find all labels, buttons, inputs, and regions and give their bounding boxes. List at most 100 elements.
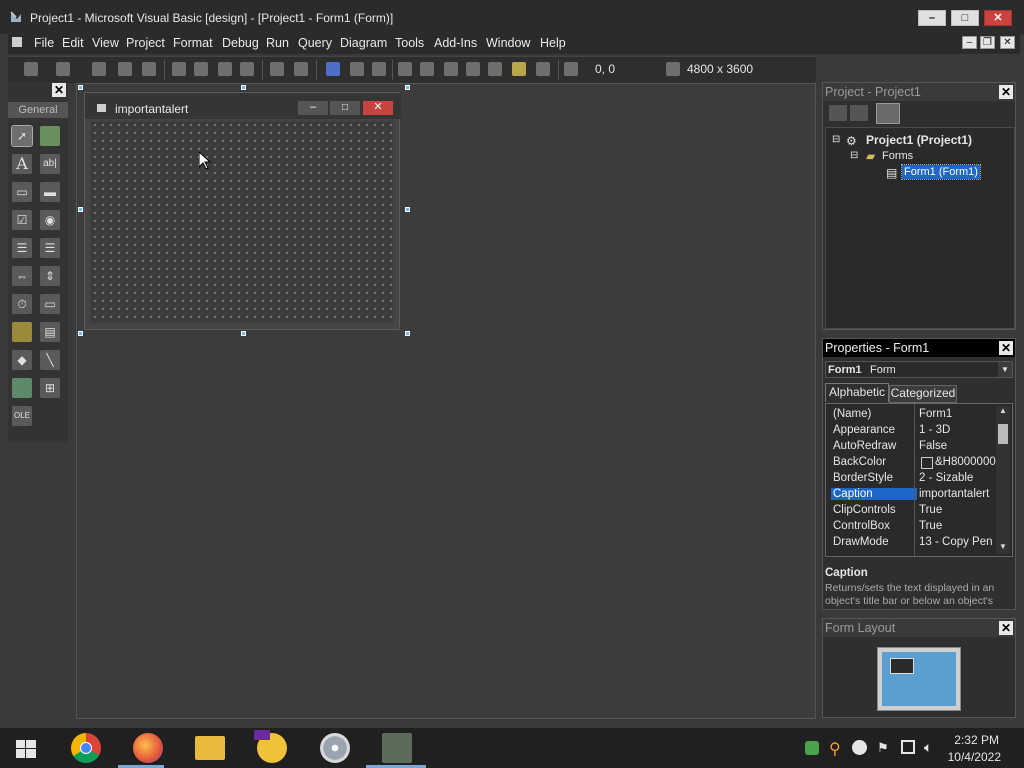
menu-addins[interactable]: Add-Ins — [434, 36, 477, 50]
property-row-selected[interactable]: Caption importantalert — [831, 487, 995, 503]
resize-handle[interactable] — [241, 85, 246, 90]
minimize-button[interactable]: – — [918, 10, 946, 26]
chevron-down-icon[interactable]: ▼ — [998, 362, 1012, 377]
picturebox-tool-icon[interactable] — [40, 126, 60, 146]
scroll-down-icon[interactable]: ▼ — [996, 542, 1010, 554]
add-form-icon[interactable] — [56, 62, 70, 76]
network-icon[interactable] — [901, 740, 915, 754]
menu-format[interactable]: Format — [173, 36, 213, 50]
resize-handle[interactable] — [405, 207, 410, 212]
clock-date[interactable]: 10/4/2022 — [947, 750, 1001, 764]
data-view-icon[interactable] — [512, 62, 526, 76]
form-client-grid[interactable] — [91, 121, 393, 323]
property-row[interactable]: BackColor &H8000000F — [831, 455, 997, 471]
combobox-tool-icon[interactable]: ☰ — [12, 238, 32, 258]
property-value[interactable]: 1 - 3D — [919, 424, 997, 436]
image-tool-icon[interactable] — [12, 378, 32, 398]
disc-icon[interactable] — [320, 733, 350, 763]
find-icon[interactable] — [240, 62, 254, 76]
scroll-up-icon[interactable]: ▲ — [996, 406, 1010, 418]
checkbox-tool-icon[interactable]: ☑ — [12, 210, 32, 230]
windows-start-icon[interactable] — [16, 740, 36, 761]
form-minimize-button[interactable]: – — [298, 101, 328, 115]
menu-run[interactable]: Run — [266, 36, 289, 50]
paste-icon[interactable] — [218, 62, 232, 76]
end-icon[interactable] — [372, 62, 386, 76]
properties-panel-close-icon[interactable]: ✕ — [999, 341, 1013, 355]
firefox-icon[interactable] — [133, 733, 163, 763]
dirlistbox-tool-icon[interactable] — [12, 322, 32, 342]
property-row[interactable]: BorderStyle 2 - Sizable — [831, 471, 995, 487]
menu-project[interactable]: Project — [126, 36, 165, 50]
scroll-thumb[interactable] — [998, 424, 1008, 444]
property-row[interactable]: DrawMode 13 - Copy Pen — [831, 535, 995, 551]
clock-time[interactable]: 2:32 PM — [951, 733, 999, 747]
property-value[interactable]: False — [919, 440, 997, 452]
mdi-restore-button[interactable]: ❐ — [980, 36, 995, 49]
properties-scrollbar[interactable]: ▲ ▼ — [996, 406, 1010, 554]
filelistbox-tool-icon[interactable]: ▤ — [40, 322, 60, 342]
commandbutton-tool-icon[interactable]: ▬ — [40, 182, 60, 202]
undo-icon[interactable] — [270, 62, 284, 76]
property-value[interactable]: 2 - Sizable — [919, 472, 997, 484]
property-value[interactable]: 13 - Copy Pen — [919, 536, 997, 548]
menu-diagram[interactable]: Diagram — [340, 36, 387, 50]
tree-forms-folder[interactable]: Forms — [882, 150, 913, 162]
maximize-button[interactable]: □ — [951, 10, 979, 26]
tree-collapse-icon[interactable]: ⊟ — [832, 134, 840, 145]
optionbutton-tool-icon[interactable]: ◉ — [40, 210, 60, 230]
property-value[interactable]: True — [919, 520, 997, 532]
toolbox-close-icon[interactable]: ✕ — [52, 83, 66, 97]
tree-form1-item[interactable]: Form1 (Form1) — [901, 164, 981, 180]
menu-view[interactable]: View — [92, 36, 119, 50]
property-value[interactable]: Form1 — [919, 408, 997, 420]
property-value[interactable]: True — [919, 504, 997, 516]
mdi-minimize-button[interactable]: – — [962, 36, 977, 49]
form-maximize-button[interactable]: □ — [330, 101, 360, 115]
toolbox-icon[interactable] — [488, 62, 502, 76]
resize-handle[interactable] — [78, 207, 83, 212]
flag-icon[interactable]: ⚑ — [877, 740, 889, 756]
shape-tool-icon[interactable]: ◆ — [12, 350, 32, 370]
menu-help[interactable]: Help — [540, 36, 566, 50]
textbox-tool-icon[interactable]: ab| — [40, 154, 60, 174]
property-row[interactable]: (Name) Form1 — [831, 407, 995, 423]
form-layout-icon[interactable] — [444, 62, 458, 76]
tab-alphabetic[interactable]: Alphabetic — [825, 383, 889, 402]
menu-query[interactable]: Query — [298, 36, 332, 50]
form-close-button[interactable]: ✕ — [363, 101, 393, 115]
menu-window[interactable]: Window — [486, 36, 530, 50]
resize-handle[interactable] — [241, 331, 246, 336]
tree-collapse-icon[interactable]: ⊟ — [850, 150, 858, 161]
chrome-icon[interactable] — [71, 733, 101, 763]
property-row[interactable]: ControlBox True — [831, 519, 995, 535]
file-explorer-icon[interactable] — [195, 736, 225, 760]
resize-handle[interactable] — [78, 85, 83, 90]
label-tool-icon[interactable]: A — [12, 154, 32, 174]
ole-tool-icon[interactable]: OLE — [12, 406, 32, 426]
pointer-tool-icon[interactable]: ➚ — [11, 125, 33, 147]
form-layout-close-icon[interactable]: ✕ — [999, 621, 1013, 635]
toolbox-general-tab[interactable]: General — [8, 102, 68, 118]
object-browser-icon[interactable] — [466, 62, 480, 76]
menu-editor-icon[interactable] — [92, 62, 106, 76]
project-explorer-icon[interactable] — [398, 62, 412, 76]
view-code-icon[interactable] — [829, 105, 847, 121]
view-object-icon[interactable] — [850, 105, 868, 121]
timer-tool-icon[interactable]: ⏱ — [12, 294, 32, 314]
property-value[interactable]: importantalert — [919, 488, 997, 500]
form1-design-window[interactable]: importantalert – □ ✕ — [84, 92, 401, 330]
component-manager-icon[interactable] — [536, 62, 550, 76]
mdi-close-button[interactable]: ✕ — [1000, 36, 1015, 49]
open-project-icon[interactable] — [118, 62, 132, 76]
start-icon[interactable] — [326, 62, 340, 76]
tree-project-root[interactable]: Project1 (Project1) — [866, 133, 972, 147]
data-tool-icon[interactable]: ⊞ — [40, 378, 60, 398]
add-project-icon[interactable] — [24, 62, 38, 76]
toggle-folders-icon[interactable] — [876, 103, 900, 124]
menu-file[interactable]: File — [34, 36, 54, 50]
object-selector-dropdown[interactable]: Form1 Form ▼ — [825, 361, 1013, 378]
break-icon[interactable] — [350, 62, 364, 76]
project-panel-close-icon[interactable]: ✕ — [999, 85, 1013, 99]
property-row[interactable]: ClipControls True — [831, 503, 995, 519]
